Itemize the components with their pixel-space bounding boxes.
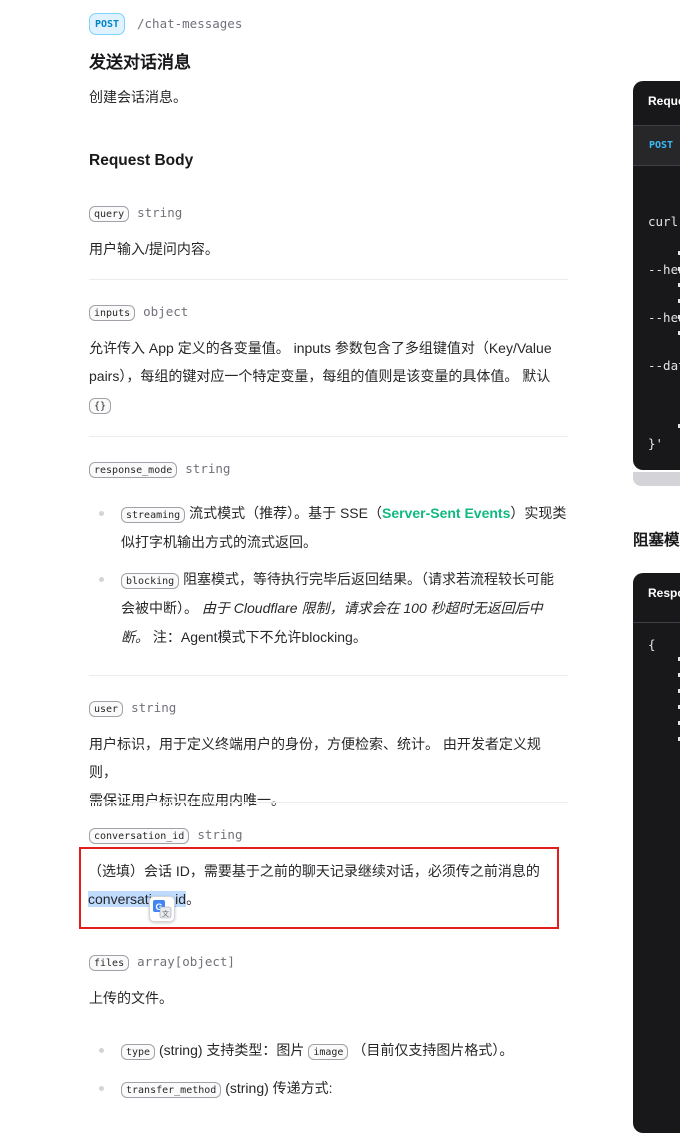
streaming-text: 流式模式（推荐）。基于 SSE（ [189,505,382,521]
cloudflare-note: 断。 [121,629,149,645]
param-inputs-header: inputs object [89,303,188,321]
sse-link[interactable]: Server-Sent Events [382,505,510,521]
param-name-chip: files [89,955,130,971]
response-code-panel: Respo { [633,573,680,1133]
param-files-header: files array[object] [89,953,235,971]
request-code: curl --hea --hea --dat [633,166,680,406]
image-chip: image [308,1044,349,1060]
type-text: (string) 支持类型：图片 [158,1042,305,1058]
bullet-dot [99,577,104,582]
blocking-option: blocking 阻塞模式，等待执行完毕后返回结果。（请求若流程较长可能 会被中… [121,565,571,652]
param-response-mode-header: response_mode string [89,460,230,478]
default-value-chip: {} [89,398,112,414]
bullet-dot [99,511,104,516]
streaming-option: streaming 流式模式（推荐）。基于 SSE（Server-Sent Ev… [121,499,571,557]
code-line: --hea [648,310,680,325]
transfer-text: (string) 传递方式: [225,1080,333,1096]
divider [89,279,568,280]
code-line: --hea [648,262,680,277]
transfer-method-chip: transfer_method [121,1082,222,1098]
param-inputs-description: 允许传入 App 定义的各变量值。 inputs 参数包含了多组键值对（Key/… [89,334,559,418]
bullet-dot [99,1048,104,1053]
streaming-text: ）实现类 [510,505,567,521]
param-query-description: 用户输入/提问内容。 [89,241,219,257]
param-type: string [131,700,177,715]
agent-note: 注：Agent模式下不允许blocking。 [149,629,367,645]
param-query-header: query string [89,204,182,222]
files-transfer-item: transfer_method (string) 传递方式: [121,1074,571,1103]
code-line: { [648,637,656,652]
param-name-chip: inputs [89,305,136,321]
blocking-text: 阻塞模式，等待执行完毕后返回结果。（请求若流程较长可能 [183,571,555,587]
request-code-panel: Reque POST curl --hea --hea --dat }' [633,81,680,470]
page-description: 创建会话消息。 [89,89,187,105]
divider [89,436,568,437]
type-text: （目前仅支持图片格式）。 [352,1042,514,1058]
param-files-description: 上传的文件。 [89,990,173,1006]
code-line: --dat [648,358,680,373]
param-name-chip: query [89,206,130,222]
blocking-mode-heading: 阻塞模 [633,532,680,549]
endpoint-path: /chat-messages [137,16,243,31]
request-panel-title: Reque [633,81,680,126]
google-translate-icon[interactable]: G 文 [149,896,175,922]
request-body-heading: Request Body [89,152,194,169]
request-panel-method[interactable]: POST [633,126,680,166]
param-name-chip: conversation_id [89,828,190,844]
param-name-chip: user [89,701,124,717]
param-type: string [185,461,231,476]
param-type: object [143,304,189,319]
param-user-header: user string [89,699,176,717]
page-title: 发送对话消息 [89,53,191,72]
param-type: string [137,205,183,220]
param-conversation-id-header: conversation_id string [89,826,242,844]
response-panel-title: Respo [633,573,680,623]
streaming-chip: streaming [121,507,186,523]
desc-line: 允许传入 App 定义的各变量值。 inputs 参数包含了多组键值对（Key/… [89,340,552,356]
post-method-badge: POST [89,13,126,35]
param-type: array[object] [137,954,235,969]
param-type: string [197,827,243,842]
divider [89,675,568,676]
param-name-chip: response_mode [89,462,178,478]
desc-line: 需保证用户标识在应用内唯一。 [89,792,285,808]
blocking-text: 会被中断）。 [121,600,198,616]
type-chip: type [121,1044,156,1060]
blocking-chip: blocking [121,573,180,589]
divider [89,802,568,803]
code-line: curl [648,214,679,229]
files-type-item: type (string) 支持类型：图片 image （目前仅支持图片格式）。 [121,1036,571,1065]
code-line: }' [648,436,664,451]
bullet-dot [99,1086,104,1091]
desc-line: pairs），每组的键对应一个特定变量，每组的值则是该变量的具体值。 默认 [89,368,551,384]
streaming-text: 似打字机输出方式的流式返回。 [121,534,317,550]
cloudflare-note: 由于 Cloudflare 限制，请求会在 100 秒超时无返回后中 [201,600,543,616]
svg-text:文: 文 [162,909,169,918]
desc-line: 用户标识，用于定义终端用户的身份，方便检索、统计。 由开发者定义规则， [89,736,541,780]
horizontal-scrollbar[interactable] [633,472,680,486]
